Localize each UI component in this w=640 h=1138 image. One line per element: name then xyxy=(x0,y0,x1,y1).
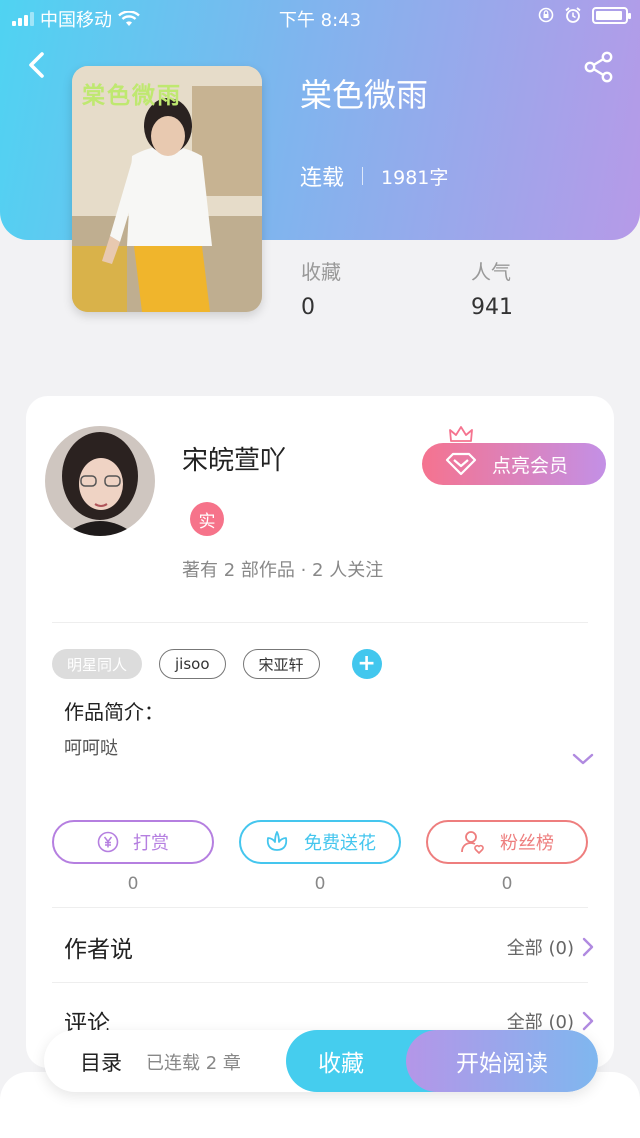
verified-badge: 实 xyxy=(190,502,224,536)
popularity-stat: 人气 941 xyxy=(471,256,513,320)
yen-coin-icon xyxy=(97,831,119,853)
send-flower-count: 0 xyxy=(314,874,326,894)
favorites-value: 0 xyxy=(301,295,315,320)
fan-ranking-count: 0 xyxy=(501,874,513,894)
divider xyxy=(52,622,588,623)
avatar[interactable] xyxy=(45,426,155,536)
reward-label: 打赏 xyxy=(133,833,169,854)
fan-ranking-label: 粉丝榜 xyxy=(500,833,554,854)
author-says-row[interactable]: 作者说 全部 (0) xyxy=(64,930,594,964)
intro-text: 呵呵哒 xyxy=(64,738,118,759)
word-count: 1981字 xyxy=(381,166,449,189)
author-card: 宋皖萱吖 实 著有 2 部作品 · 2 人关注 点亮会员 明星同人 jisoo … xyxy=(26,396,614,1068)
divider xyxy=(52,907,588,908)
reward-count: 0 xyxy=(127,874,139,894)
chevron-right-icon xyxy=(582,1011,594,1031)
start-reading-label: 开始阅读 xyxy=(456,1051,548,1077)
book-cover[interactable]: 棠色微雨 xyxy=(72,66,262,312)
author-says-more-label: 全部 (0) xyxy=(506,938,574,959)
author-stats: 著有 2 部作品 · 2 人关注 xyxy=(182,560,384,581)
author-says-more[interactable]: 全部 (0) xyxy=(507,934,594,960)
tag-list: 明星同人 jisoo 宋亚轩 + xyxy=(52,649,382,679)
start-reading-button[interactable]: 开始阅读 xyxy=(406,1030,598,1092)
intro-title: 作品简介： xyxy=(64,700,164,724)
bottom-action-bar: 目录 已连载 2 章 收藏 开始阅读 xyxy=(44,1030,598,1092)
chevron-right-icon xyxy=(582,937,594,957)
tag-item[interactable]: jisoo xyxy=(159,649,226,679)
vip-button-label: 点亮会员 xyxy=(492,454,569,477)
table-of-contents-button[interactable]: 目录 xyxy=(80,1047,122,1077)
orientation-lock-icon xyxy=(538,7,554,23)
popularity-value: 941 xyxy=(471,295,513,320)
flower-icon xyxy=(266,831,288,851)
author-name[interactable]: 宋皖萱吖 xyxy=(182,440,286,477)
favorites-stat: 收藏 0 xyxy=(301,256,341,320)
user-heart-icon xyxy=(461,831,484,854)
author-says-title: 作者说 xyxy=(64,937,133,963)
cover-title-text: 棠色微雨 xyxy=(82,83,182,109)
book-title: 棠色微雨 xyxy=(300,76,429,114)
favorites-label: 收藏 xyxy=(301,260,341,284)
send-flower-label: 免费送花 xyxy=(304,833,376,854)
tag-item[interactable]: 明星同人 xyxy=(52,649,143,679)
crown-icon xyxy=(449,426,473,442)
back-icon[interactable] xyxy=(22,50,52,80)
share-icon[interactable] xyxy=(582,50,616,84)
avatar-image xyxy=(45,426,155,536)
diamond-icon xyxy=(445,452,477,476)
vip-button[interactable]: 点亮会员 xyxy=(422,443,606,485)
battery-icon xyxy=(592,6,631,24)
favorite-button-label: 收藏 xyxy=(318,1051,364,1077)
chevron-down-icon[interactable] xyxy=(572,752,594,766)
book-meta: 连载 1981字 xyxy=(300,160,448,192)
status-right xyxy=(538,6,631,24)
popularity-label: 人气 xyxy=(471,260,511,284)
status-bar: 中国移动 下午 8:43 xyxy=(0,0,640,34)
fan-ranking-button[interactable]: 粉丝榜 0 xyxy=(426,820,588,894)
meta-divider xyxy=(362,167,364,185)
reward-button[interactable]: 打赏 0 xyxy=(52,820,214,894)
alarm-icon xyxy=(565,7,581,23)
divider xyxy=(52,982,588,983)
chapter-count: 已连载 2 章 xyxy=(146,1053,241,1074)
add-tag-button[interactable]: + xyxy=(351,649,382,679)
book-status: 连载 xyxy=(300,166,345,191)
tag-item[interactable]: 宋亚轩 xyxy=(242,649,320,679)
send-flower-button[interactable]: 免费送花 0 xyxy=(239,820,401,894)
